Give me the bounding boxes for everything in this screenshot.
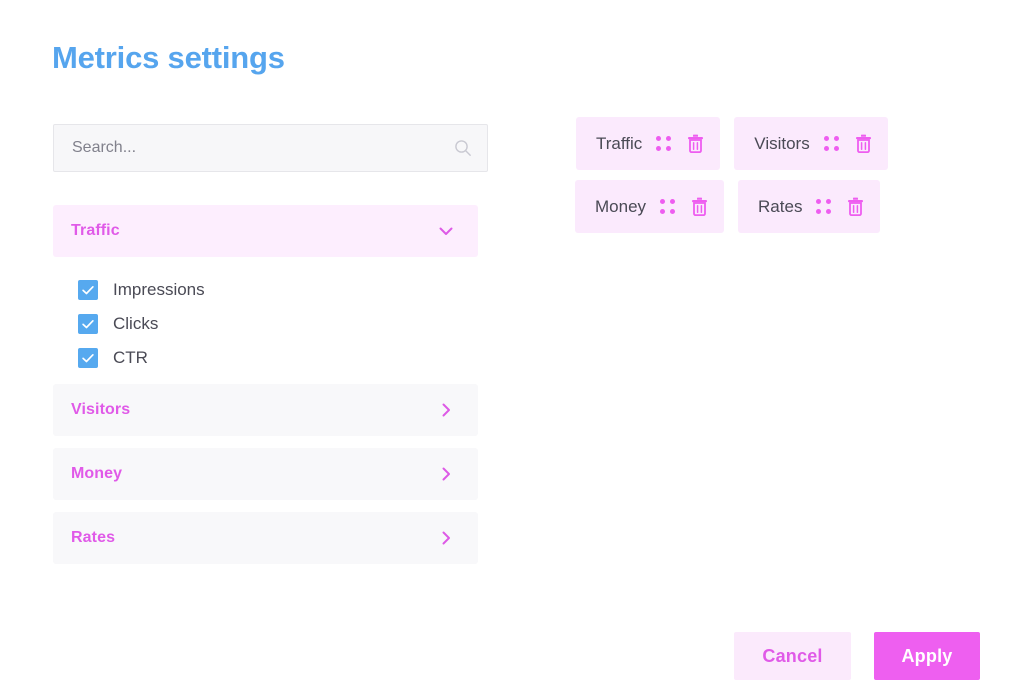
accordion-header-traffic[interactable]: Traffic bbox=[53, 205, 478, 257]
chevron-right-icon bbox=[442, 467, 450, 481]
chip-label: Money bbox=[595, 196, 647, 216]
trash-icon[interactable] bbox=[687, 134, 704, 153]
accordion-header-rates[interactable]: Rates bbox=[53, 512, 478, 564]
metric-option-row[interactable]: Clicks bbox=[53, 307, 478, 341]
metrics-accordion: Traffic Impressions Clicks CTR Visitors Money… bbox=[53, 205, 478, 564]
accordion-title: Traffic bbox=[71, 222, 120, 239]
accordion-title: Visitors bbox=[71, 401, 131, 418]
drag-handle-icon[interactable] bbox=[660, 199, 676, 214]
selected-metric-chip[interactable]: Rates bbox=[738, 180, 881, 233]
selected-metric-chip[interactable]: Money bbox=[575, 180, 725, 233]
chip-label: Rates bbox=[758, 196, 803, 216]
accordion-header-visitors[interactable]: Visitors bbox=[53, 384, 478, 436]
accordion-title: Rates bbox=[71, 529, 116, 546]
chip-row: Money Rates bbox=[575, 180, 976, 233]
trash-icon[interactable] bbox=[691, 197, 708, 216]
metric-option-label: Clicks bbox=[113, 314, 159, 333]
metric-option-row[interactable]: Impressions bbox=[53, 273, 478, 307]
selected-metric-chip[interactable]: Traffic bbox=[576, 117, 721, 170]
metric-option-label: CTR bbox=[113, 348, 148, 367]
drag-handle-icon[interactable] bbox=[823, 136, 839, 151]
chip-row: Traffic Visitors bbox=[576, 117, 976, 170]
trash-icon[interactable] bbox=[855, 134, 872, 153]
search-input[interactable] bbox=[54, 125, 487, 171]
chevron-right-icon bbox=[442, 531, 450, 545]
chip-label: Visitors bbox=[754, 133, 810, 153]
metric-option-label: Impressions bbox=[113, 280, 205, 299]
selected-metrics-list: Traffic Visitors Money Rates bbox=[575, 117, 976, 243]
chevron-right-icon bbox=[442, 403, 450, 417]
selected-metric-chip[interactable]: Visitors bbox=[734, 117, 888, 170]
metric-option-row[interactable]: CTR bbox=[53, 341, 478, 375]
metrics-selection-panel: Traffic Impressions Clicks CTR Visitors Money… bbox=[53, 124, 488, 564]
drag-handle-icon[interactable] bbox=[656, 136, 672, 151]
accordion-body-traffic: Impressions Clicks CTR bbox=[53, 257, 478, 384]
cancel-button[interactable]: Cancel bbox=[734, 632, 851, 680]
checkbox-checked[interactable] bbox=[78, 280, 98, 300]
checkbox-checked[interactable] bbox=[78, 348, 98, 368]
page-title: Metrics settings bbox=[52, 40, 285, 75]
check-icon bbox=[82, 286, 94, 295]
check-icon bbox=[82, 354, 94, 363]
accordion-header-money[interactable]: Money bbox=[53, 448, 478, 500]
dialog-footer: Cancel Apply bbox=[734, 632, 980, 680]
check-icon bbox=[82, 320, 94, 329]
chip-label: Traffic bbox=[596, 133, 643, 153]
metrics-settings-dialog: Metrics settings Traffic Impressions Click… bbox=[0, 0, 1024, 700]
chevron-down-icon bbox=[439, 227, 453, 235]
drag-handle-icon[interactable] bbox=[816, 199, 832, 214]
accordion-title: Money bbox=[71, 465, 123, 482]
search-box[interactable] bbox=[53, 124, 488, 172]
checkbox-checked[interactable] bbox=[78, 314, 98, 334]
apply-button[interactable]: Apply bbox=[874, 632, 980, 680]
trash-icon[interactable] bbox=[847, 197, 864, 216]
